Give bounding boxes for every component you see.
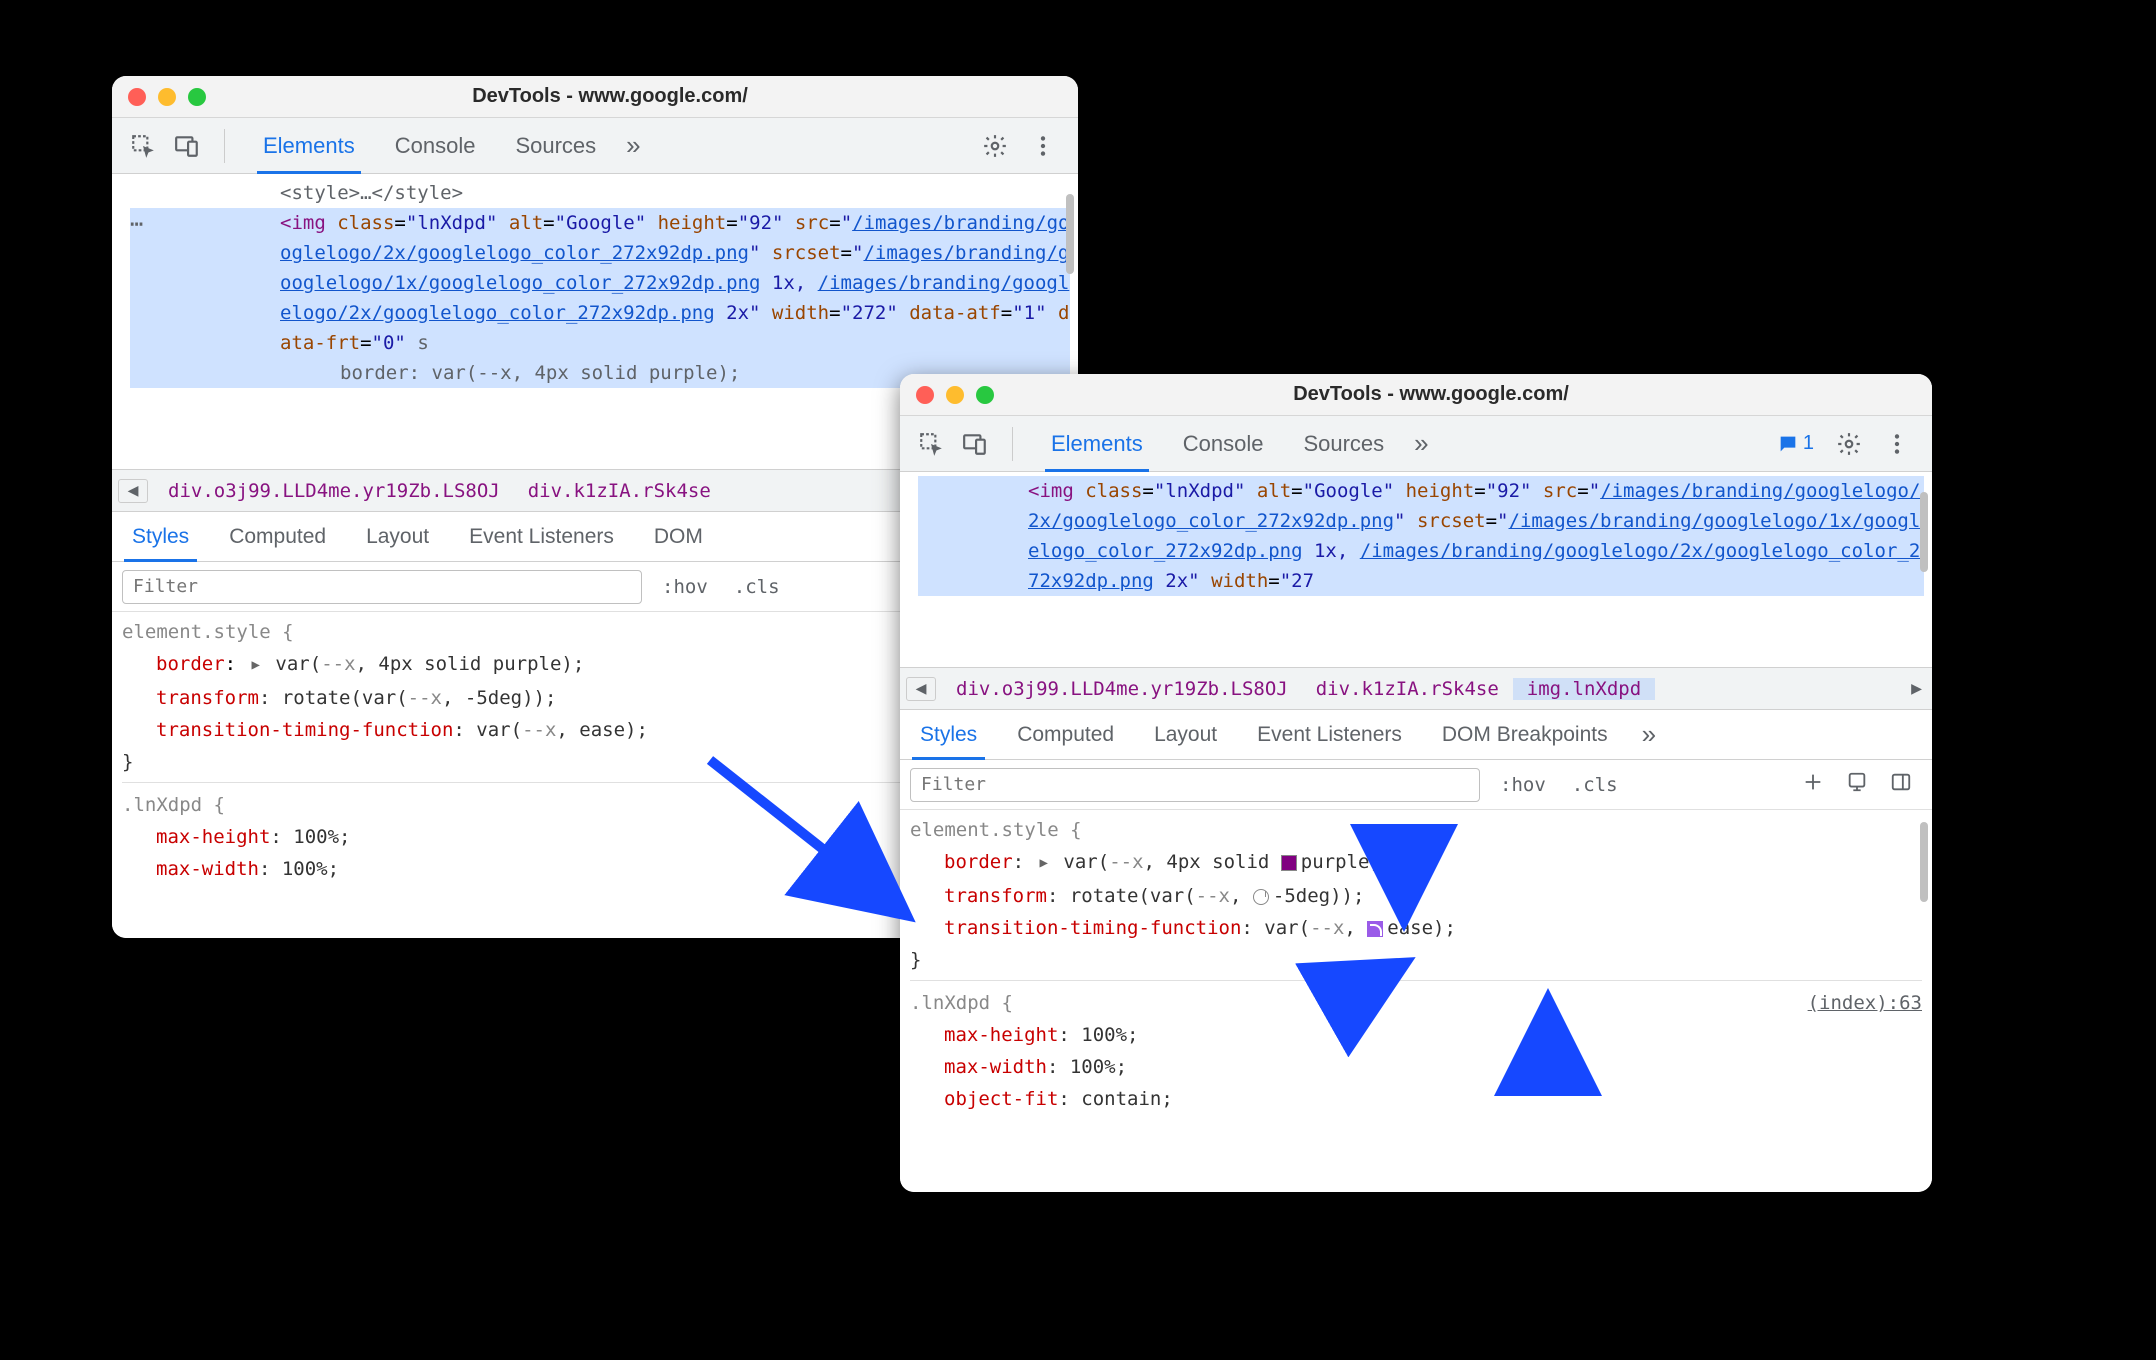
kebab-menu-icon[interactable] [1030,133,1056,159]
styles-pane[interactable]: element.style { border: ▶ var(--x, 4px s… [900,810,1932,1192]
dom-tree[interactable]: <img class="lnXdpd" alt="Google" height=… [900,472,1932,668]
window-title: DevTools - www.google.com/ [222,85,1078,108]
gear-icon[interactable] [1836,431,1862,457]
scrollbar-thumb[interactable] [1920,822,1928,902]
scrollbar-thumb[interactable] [1920,492,1928,572]
zoom-window-icon[interactable] [188,88,206,106]
new-style-rule-icon[interactable] [1802,771,1824,798]
styles-filter-input[interactable] [122,570,642,604]
minimize-window-icon[interactable] [946,386,964,404]
close-window-icon[interactable] [128,88,146,106]
window-title: DevTools - www.google.com/ [1010,383,1932,406]
tab-layout[interactable]: Layout [346,512,449,562]
tab-computed[interactable]: Computed [209,512,346,562]
css-rule[interactable]: element.style { border: ▶ var(--x, 4px s… [910,814,1922,976]
bezier-swatch-icon[interactable] [1367,921,1383,937]
tab-event-listeners[interactable]: Event Listeners [1237,710,1422,760]
dom-node[interactable]: <style>…</style> [130,178,1070,208]
breadcrumb-scroll-left-icon[interactable]: ◀ [906,677,936,701]
expand-siblings-icon[interactable]: ⋯ [130,210,143,240]
styles-filter-bar: :hov .cls [900,760,1932,810]
color-swatch-icon[interactable] [1281,855,1297,871]
toggle-hov-button[interactable]: :hov [656,576,714,598]
tab-elements[interactable]: Elements [1031,416,1163,472]
breadcrumb-item[interactable]: div.k1zIA.rSk4se [514,480,725,502]
tab-console[interactable]: Console [1163,416,1284,472]
breadcrumb: ◀ div.o3j99.LLD4me.yr19Zb.LS8OJ div.k1zI… [900,668,1932,710]
kebab-menu-icon[interactable] [1884,431,1910,457]
tab-computed[interactable]: Computed [997,710,1134,760]
dom-node-selected[interactable]: <img class="lnXdpd" alt="Google" height=… [130,208,1070,358]
titlebar: DevTools - www.google.com/ [900,374,1932,416]
toggle-cls-button[interactable]: .cls [1566,774,1624,796]
minimize-window-icon[interactable] [158,88,176,106]
inspect-element-icon[interactable] [130,133,156,159]
expand-shorthand-icon[interactable]: ▶ [1036,847,1052,879]
zoom-window-icon[interactable] [976,386,994,404]
issues-badge[interactable]: 1 [1777,432,1814,455]
subtabs-overflow-icon[interactable]: » [1628,719,1670,750]
main-tabbar: Elements Console Sources » 1 [900,416,1932,472]
tabs-overflow-icon[interactable]: » [1404,428,1438,459]
traffic-lights [112,88,222,106]
styles-filter-input[interactable] [910,768,1480,802]
tab-elements[interactable]: Elements [243,118,375,174]
tab-event-listeners[interactable]: Event Listeners [449,512,634,562]
tabs-overflow-icon[interactable]: » [616,130,650,161]
tab-dom-breakpoints[interactable]: DOM [634,512,723,562]
gear-icon[interactable] [982,133,1008,159]
breadcrumb-item[interactable]: div.o3j99.LLD4me.yr19Zb.LS8OJ [942,678,1302,700]
breadcrumb-item[interactable]: div.o3j99.LLD4me.yr19Zb.LS8OJ [154,480,514,502]
tab-layout[interactable]: Layout [1134,710,1237,760]
device-toggle-icon[interactable] [962,431,988,457]
css-rule[interactable]: (index):63 .lnXdpd { max-height: 100%; m… [910,987,1922,1115]
computed-sidebar-icon[interactable] [1890,771,1912,798]
toggle-cls-button[interactable]: .cls [728,576,786,598]
tab-styles[interactable]: Styles [112,512,209,562]
tab-sources[interactable]: Sources [1283,416,1404,472]
traffic-lights [900,386,1010,404]
source-link[interactable]: (index):63 [1808,987,1922,1019]
tab-styles[interactable]: Styles [900,710,997,760]
tab-dom-breakpoints[interactable]: DOM Breakpoints [1422,710,1628,760]
breadcrumb-item[interactable]: div.k1zIA.rSk4se [1302,678,1513,700]
angle-swatch-icon[interactable] [1253,889,1269,905]
tab-console[interactable]: Console [375,118,496,174]
device-toggle-icon[interactable] [174,133,200,159]
breadcrumb-scroll-right-icon[interactable]: ▶ [1911,678,1932,699]
inspect-element-icon[interactable] [918,431,944,457]
expand-shorthand-icon[interactable]: ▶ [248,649,264,681]
breadcrumb-scroll-left-icon[interactable]: ◀ [118,479,148,503]
main-tabbar: Elements Console Sources » [112,118,1078,174]
scrollbar-thumb[interactable] [1066,194,1074,274]
toggle-hov-button[interactable]: :hov [1494,774,1552,796]
close-window-icon[interactable] [916,386,934,404]
tab-sources[interactable]: Sources [495,118,616,174]
devtools-window-right: DevTools - www.google.com/ Elements Cons… [900,374,1932,1192]
dom-node-selected[interactable]: <img class="lnXdpd" alt="Google" height=… [918,476,1924,596]
breadcrumb-item-active[interactable]: img.lnXdpd [1513,678,1655,700]
styles-subtabs: Styles Computed Layout Event Listeners D… [900,710,1932,760]
titlebar: DevTools - www.google.com/ [112,76,1078,118]
print-media-icon[interactable] [1846,771,1868,798]
